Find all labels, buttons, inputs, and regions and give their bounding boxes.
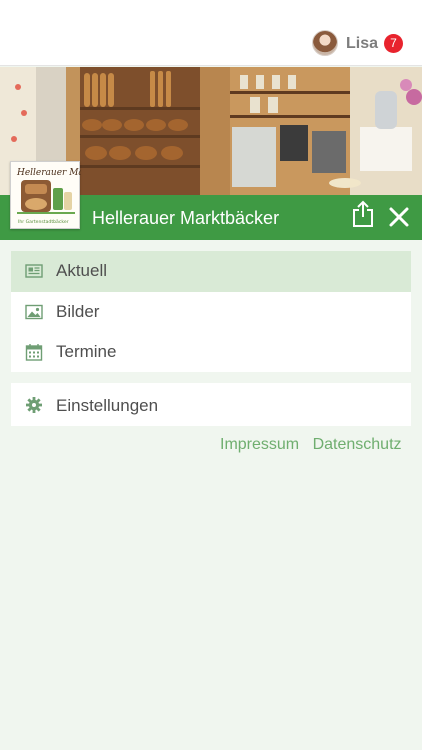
menu-label-bilder: Bilder <box>56 302 100 321</box>
bakery-logo: Hellerauer Markt Ihr Gartenstadtbäcker <box>10 161 98 229</box>
close-button[interactable] <box>387 205 411 229</box>
datenschutz-link[interactable]: Datenschutz <box>313 436 402 453</box>
svg-text:Ihr Gartenstadtbäcker: Ihr Gartenstadtbäcker <box>18 219 69 225</box>
menu-item-termine[interactable]: Termine <box>11 332 411 372</box>
menu-label-einstellungen: Einstellungen <box>56 396 159 415</box>
svg-text:Hellerauer Markt: Hellerauer Markt <box>16 168 81 178</box>
share-button[interactable] <box>351 200 375 228</box>
close-icon <box>389 207 409 227</box>
notification-badge[interactable]: 7 <box>384 34 403 53</box>
user-avatar[interactable] <box>312 30 338 56</box>
menu-item-bilder[interactable]: Bilder <box>11 292 411 332</box>
calendar-icon <box>25 344 43 361</box>
gear-icon <box>26 397 42 413</box>
share-icon <box>353 200 373 227</box>
top-bar <box>0 0 422 66</box>
menu-item-aktuell[interactable]: Aktuell <box>11 251 411 292</box>
menu-label-aktuell: Aktuell <box>56 261 108 280</box>
newspaper-icon <box>25 264 43 278</box>
main-menu: Aktuell Bilder Termine <box>11 251 411 372</box>
footer-links: Impressum Datenschutz <box>220 436 411 454</box>
impressum-link[interactable]: Impressum <box>220 436 299 453</box>
menu-item-einstellungen[interactable]: Einstellungen <box>11 383 411 426</box>
image-icon <box>25 304 43 320</box>
menu-label-termine: Termine <box>56 342 117 361</box>
user-name[interactable]: Lisa <box>346 35 378 53</box>
brand-name: Hellerauer Marktbäcker <box>92 208 280 228</box>
